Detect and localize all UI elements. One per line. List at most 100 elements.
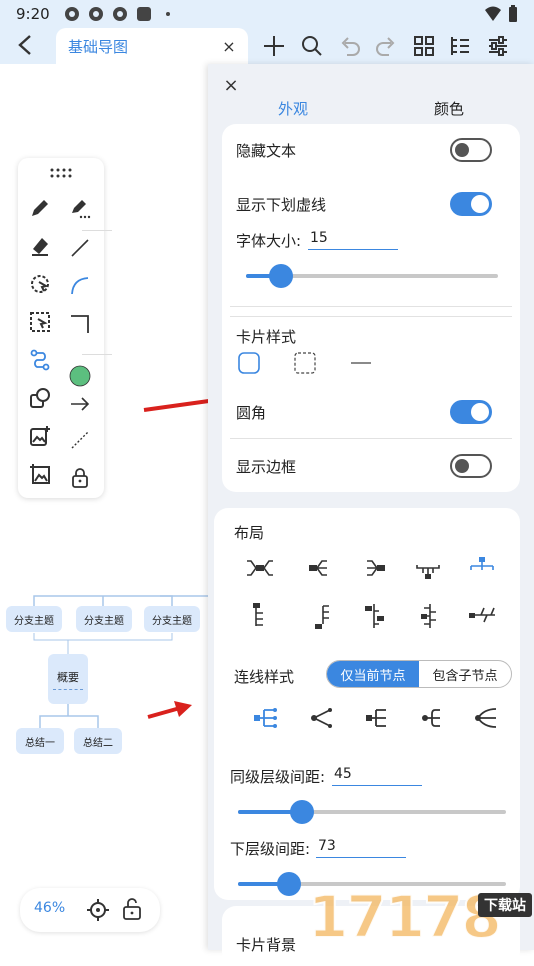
pencil-icon [32,200,48,216]
layout-option-both-sides[interactable] [244,554,276,582]
layout-label: 布局 [234,524,265,542]
arc-tool[interactable] [66,272,94,300]
card-divider [230,306,512,307]
box-select-tool[interactable] [26,308,54,336]
sibling-spacing-input[interactable]: 45 [332,766,422,786]
branch-topic-node[interactable]: 分支主题 [144,606,200,632]
toggle-knob [471,403,489,421]
dashed-line-tool[interactable] [66,426,94,454]
green-color-swatch-icon [69,365,91,387]
corner-line-tool[interactable] [66,310,94,338]
layout-tree-left-icon [315,605,329,629]
conclusion-node[interactable]: 总结二 [74,728,122,754]
line-curved-icon [475,708,497,728]
grid-view-button[interactable] [410,32,438,60]
lower-spacing-label: 下层级间距: [230,840,311,858]
line-style-curved[interactable] [470,704,502,732]
toggle-knob [471,195,489,213]
font-size-slider[interactable] [246,264,498,288]
crop-image-tool[interactable] [26,460,54,488]
arrow-tool[interactable] [66,390,94,418]
connector-tool[interactable] [26,346,54,374]
unlock-icon[interactable] [122,898,142,920]
scope-include-children-option[interactable]: 包含子节点 [419,661,511,687]
lasso-tool[interactable] [26,270,54,298]
add-button[interactable] [260,32,288,60]
shape-tool[interactable] [26,384,54,412]
layout-card: 布局 连线样式 仅当前节点 包含子节点 同级层级间距: 45 下层级间距: 73 [214,508,520,900]
underline-toggle[interactable] [450,192,492,216]
eraser-tool[interactable] [26,232,54,260]
line-style-orthogonal[interactable] [250,704,282,732]
layout-option-tree-right[interactable] [244,602,276,630]
summary-node-label: 概要 [57,670,79,684]
layout-option-timeline[interactable] [358,602,390,630]
tab-appearance[interactable]: 外观 [278,98,308,119]
line-style-curved-bracket[interactable] [416,704,448,732]
insert-image-tool[interactable] [26,422,54,450]
pen-tool[interactable] [26,194,54,222]
sibling-spacing-slider[interactable] [238,800,506,824]
slider-thumb[interactable] [290,800,315,824]
line-style-label: 连线样式 [234,668,295,686]
search-button[interactable] [298,32,326,60]
undo-button[interactable] [336,32,364,60]
branch-topic-node[interactable]: 分支主题 [6,606,62,632]
card-background-label: 卡片背景 [236,936,297,954]
slider-thumb[interactable] [276,872,301,896]
settings-button[interactable] [484,32,512,60]
layout-option-tree-left[interactable] [304,602,336,630]
branch-topic-node[interactable]: 分支主题 [76,606,132,632]
zoom-level[interactable]: 46% [34,900,65,916]
rounded-corner-label: 圆角 [236,404,267,422]
search-icon [302,36,322,56]
hide-text-toggle[interactable] [450,138,492,162]
appearance-card: 隐藏文本 显示下划虚线 字体大小: 15 卡片样式 圆角 显示边框 [222,124,520,492]
layout-both-sides-icon [247,560,273,576]
redo-button[interactable] [372,32,400,60]
arrow-right-icon [71,397,90,411]
line-style-straight[interactable] [306,704,338,732]
document-tab[interactable]: 基础导图 × [56,28,248,64]
watermark-site: 下载站 [478,893,532,917]
tab-close-button[interactable]: × [218,35,240,57]
marker-tool[interactable] [66,194,94,222]
layout-option-left[interactable] [358,554,390,582]
scope-current-node-option[interactable]: 仅当前节点 [327,661,419,687]
lock-tool[interactable] [66,464,94,492]
line-tool[interactable] [66,234,94,262]
corner-icon [71,315,89,333]
square-notification-icon [136,7,151,21]
dashed-line-icon [71,431,89,449]
font-size-input[interactable]: 15 [308,230,398,250]
toggle-knob [455,459,469,473]
layout-option-right[interactable] [304,554,336,582]
locate-center-icon[interactable] [86,898,110,922]
slider-thumb[interactable] [269,264,294,288]
summary-node[interactable]: 概要 [48,654,88,704]
lower-spacing-input[interactable]: 73 [316,838,406,858]
rounded-card-style-icon[interactable] [238,352,260,374]
outline-button[interactable] [446,32,474,60]
color-picker[interactable] [66,362,94,390]
show-border-toggle[interactable] [450,454,492,478]
eraser-icon [32,238,48,256]
tab-color[interactable]: 颜色 [434,98,464,119]
conclusion-node[interactable]: 总结一 [16,728,64,754]
back-button[interactable] [10,30,40,60]
rounded-corner-toggle[interactable] [450,400,492,424]
layout-option-horizontal-timeline[interactable] [466,602,498,630]
dashed-card-style-icon[interactable] [294,352,316,374]
status-bar: 9:20 [0,0,534,28]
line-style-bracket[interactable] [362,704,394,732]
layout-option-down[interactable] [412,558,444,586]
line-card-style-icon[interactable] [350,352,372,374]
layout-option-fishbone[interactable] [412,602,444,630]
plus-icon [264,36,284,56]
line-icon [71,239,89,257]
shapes-icon [30,388,50,408]
panel-close-button[interactable]: × [220,74,242,96]
underline-label: 显示下划虚线 [236,196,327,214]
drag-handle-icon[interactable] [50,168,72,178]
layout-option-org-chart[interactable] [466,552,498,580]
